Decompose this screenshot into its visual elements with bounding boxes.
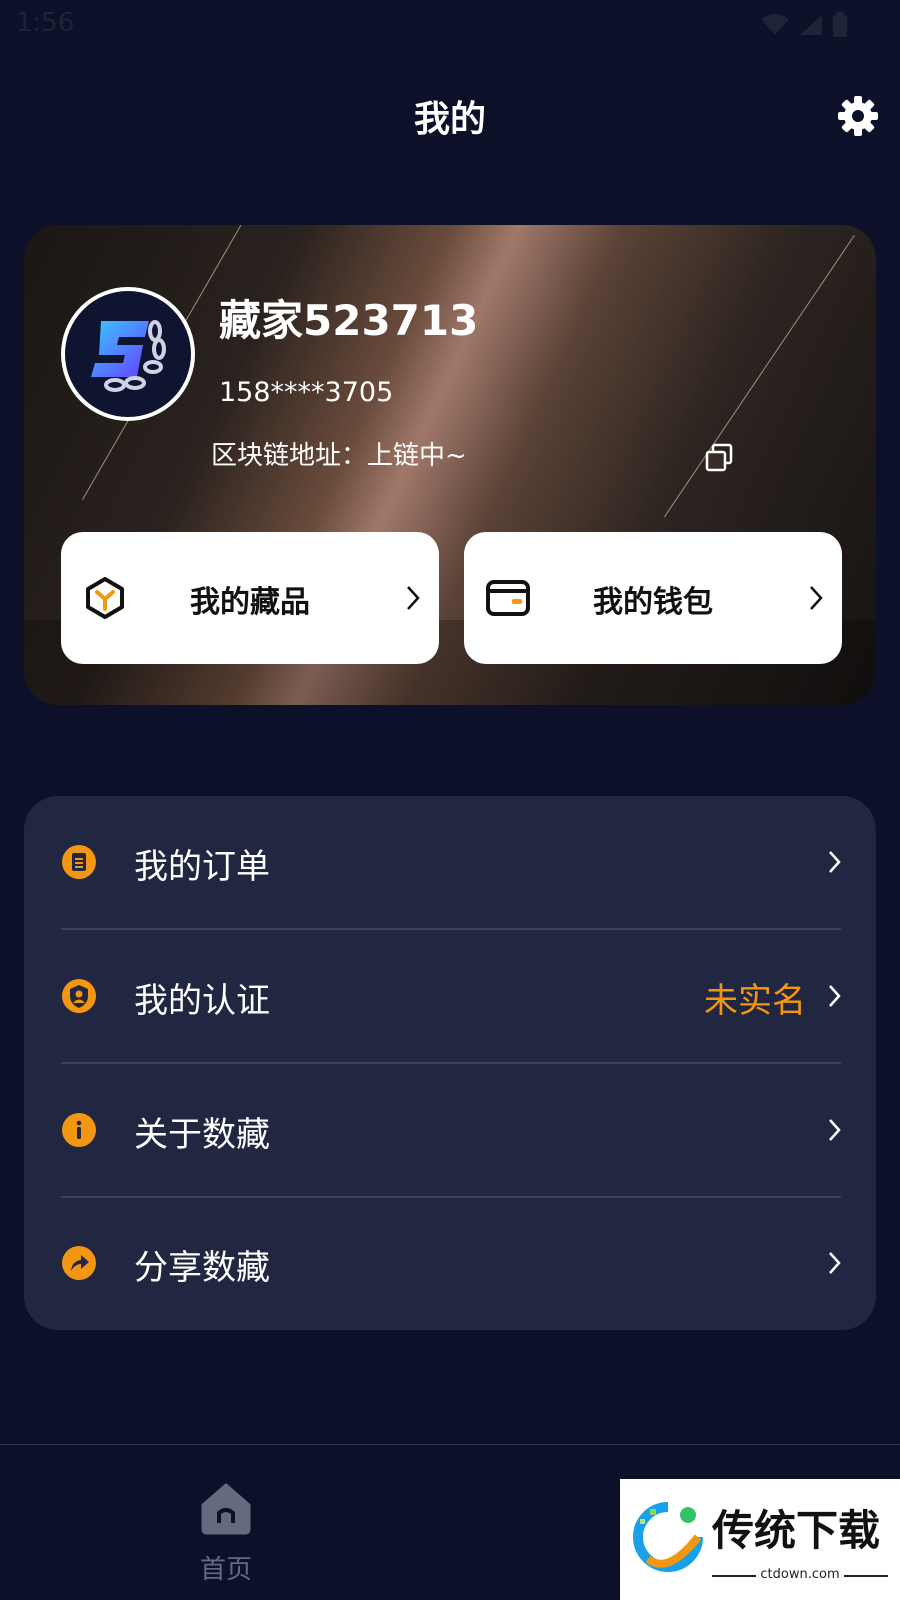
my-wallet-button[interactable]: 我的钱包 <box>464 532 842 664</box>
settings-button[interactable] <box>836 94 880 138</box>
copy-icon <box>705 443 733 472</box>
phone-number: 158****3705 <box>219 377 394 408</box>
watermark-logo-icon <box>633 1502 703 1572</box>
status-time: 1:56 <box>16 8 75 38</box>
tab-home-label: 首页 <box>199 1555 252 1585</box>
verification-icon <box>62 979 96 1013</box>
profile-card: 藏家523713 158****3705 区块链地址：上链中~ 我的藏品 我的钱… <box>24 225 876 705</box>
chevron-right-icon <box>407 586 420 610</box>
menu-item-about-label: 关于数藏 <box>134 1115 270 1155</box>
chevron-right-icon <box>829 1252 841 1274</box>
gear-icon <box>838 96 878 136</box>
menu-item-share[interactable]: 分享数藏 <box>24 1197 876 1330</box>
tab-home[interactable]: 首页 <box>190 1481 262 1591</box>
avatar-logo-icon <box>91 320 166 392</box>
chevron-right-icon <box>829 1119 841 1141</box>
order-icon <box>62 845 96 879</box>
info-icon <box>62 1113 96 1147</box>
username: 藏家523713 <box>219 296 479 345</box>
share-icon <box>62 1246 96 1280</box>
page-title: 我的 <box>413 99 486 140</box>
menu-item-verification[interactable]: 我的认证 未实名 <box>24 930 876 1063</box>
chain-address: 区块链地址：上链中~ <box>211 435 467 472</box>
watermark-brand: 传统下载 <box>712 1506 881 1555</box>
menu-item-orders[interactable]: 我的订单 <box>24 796 876 929</box>
my-collection-label: 我的藏品 <box>190 585 310 620</box>
chain-address-value: 上链中~ <box>367 441 467 471</box>
chain-address-label: 区块链地址： <box>211 441 368 471</box>
my-wallet-label: 我的钱包 <box>593 585 713 620</box>
settings-menu: 我的订单 我的认证 未实名 关于数藏 分享数藏 <box>24 796 876 1330</box>
avatar[interactable] <box>61 287 195 421</box>
menu-item-verification-label: 我的认证 <box>134 981 270 1021</box>
home-icon <box>201 1483 251 1535</box>
wifi-icon <box>761 14 789 35</box>
chevron-right-icon <box>810 586 823 610</box>
status-bar: 1:56 <box>0 0 900 48</box>
menu-item-orders-label: 我的订单 <box>134 847 270 887</box>
chevron-right-icon <box>829 851 841 873</box>
watermark: 传统下载 ctdown.com <box>620 1479 900 1600</box>
my-collection-button[interactable]: 我的藏品 <box>61 532 439 664</box>
menu-item-share-label: 分享数藏 <box>134 1248 270 1288</box>
watermark-rule <box>844 1575 888 1577</box>
copy-address-button[interactable] <box>704 443 734 473</box>
verification-status: 未实名 <box>704 981 806 1021</box>
signal-icon <box>800 15 822 35</box>
status-icons <box>760 12 848 38</box>
chevron-right-icon <box>829 985 841 1007</box>
menu-item-about[interactable]: 关于数藏 <box>24 1064 876 1197</box>
battery-icon <box>833 12 847 37</box>
card-decor-line <box>663 235 855 518</box>
